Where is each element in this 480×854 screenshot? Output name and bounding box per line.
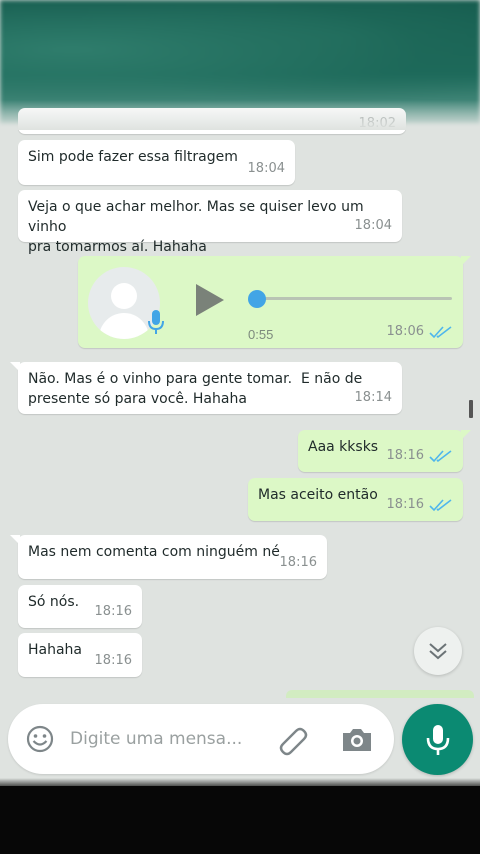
- message-text: Só nós.: [28, 594, 80, 610]
- message-text: Não. Mas é o vinho para gente tomar. E n…: [28, 371, 363, 407]
- microphone-button[interactable]: [402, 704, 473, 775]
- scroll-to-bottom-button[interactable]: [414, 627, 462, 675]
- bubble-tail: [461, 256, 471, 266]
- time-text: 18:06: [386, 324, 424, 339]
- message-composer: [8, 704, 394, 774]
- message-time: 18:16: [94, 653, 132, 668]
- message-time: 18:16: [387, 446, 453, 466]
- microphone-icon: [426, 724, 449, 755]
- message-time: 18:16: [94, 604, 132, 619]
- message-time: 18:14: [354, 390, 392, 405]
- scrollbar[interactable]: [469, 400, 473, 418]
- message-text: Veja o que achar melhor. Mas se quiser l…: [28, 199, 364, 255]
- bubble-tail: [461, 430, 471, 440]
- message-incoming[interactable]: Veja o que achar melhor. Mas se quiser l…: [18, 190, 402, 255]
- message-text: Hahaha: [28, 642, 83, 658]
- play-icon[interactable]: [194, 282, 226, 318]
- audio-seek-handle[interactable]: [248, 290, 266, 308]
- message-text: Aaa kksks: [308, 439, 379, 455]
- audio-progress-track[interactable]: [256, 297, 452, 300]
- double-check-icon: [429, 326, 452, 339]
- message-outgoing[interactable]: Aaa kksks 18:16: [298, 430, 471, 472]
- camera-icon[interactable]: [340, 726, 374, 754]
- message-time: 18:04: [247, 161, 285, 176]
- message-time: 18:04: [354, 218, 392, 233]
- message-text: Mas aceito então: [258, 487, 378, 503]
- message-incoming[interactable]: Não. Mas é o vinho para gente tomar. E n…: [10, 362, 402, 414]
- time-text: 18:16: [386, 448, 424, 463]
- message-time: 18:16: [387, 495, 453, 515]
- message-input[interactable]: [70, 726, 260, 752]
- message-incoming[interactable]: Hahaha 18:16: [18, 633, 142, 677]
- message-incoming[interactable]: Mas nem comenta com ninguém né 18:16: [10, 535, 327, 579]
- message-audio-outgoing[interactable]: 0:55 18:06: [78, 256, 471, 348]
- double-check-icon: [429, 450, 452, 463]
- double-chevron-down-icon: [429, 643, 447, 660]
- message-incoming[interactable]: Só nós. 18:16: [18, 585, 142, 628]
- emoji-icon[interactable]: [25, 724, 55, 754]
- message-time: 18:16: [279, 555, 317, 570]
- system-navigation-bar: [0, 786, 480, 854]
- microphone-icon: [148, 310, 164, 334]
- bubble-tail: [10, 535, 20, 545]
- message-text: Sim pode fazer essa filtragem: [28, 149, 238, 165]
- message-time: 18:06: [387, 322, 453, 342]
- message-incoming[interactable]: Sim pode fazer essa filtragem 18:04: [18, 140, 295, 185]
- bubble-tail: [10, 362, 20, 372]
- message-outgoing[interactable]: Mas aceito então 18:16: [248, 478, 463, 521]
- message-partial-outgoing: [286, 690, 474, 698]
- header-fade: [0, 100, 480, 130]
- time-text: 18:16: [386, 497, 424, 512]
- double-check-icon: [429, 499, 452, 512]
- paperclip-icon[interactable]: [276, 724, 310, 756]
- message-text: Mas nem comenta com ninguém né: [28, 544, 280, 560]
- audio-duration: 0:55: [248, 327, 274, 342]
